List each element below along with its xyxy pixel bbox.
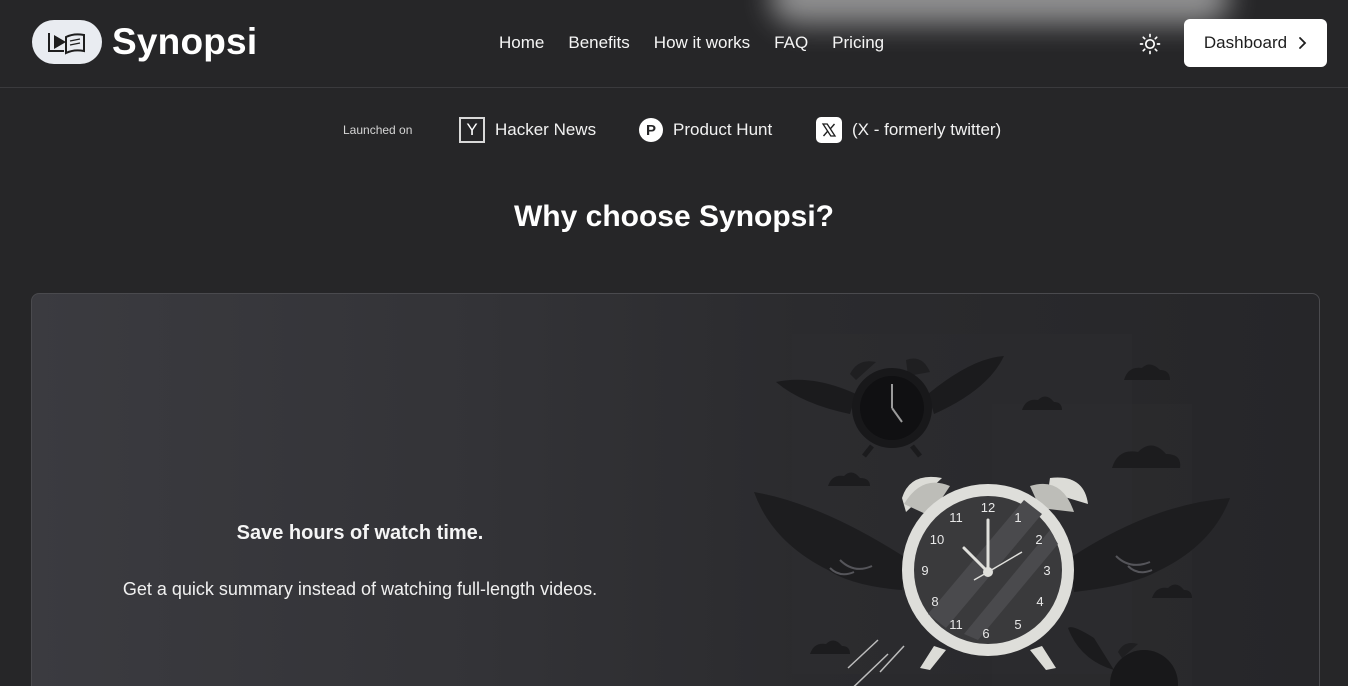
launched-on-label: Launched on bbox=[343, 123, 413, 137]
x-logo-icon bbox=[816, 117, 842, 143]
launched-on-row: Launched on Y Hacker News P Product Hunt… bbox=[343, 117, 1043, 145]
product-hunt-icon: P bbox=[639, 118, 663, 142]
benefit-heading: Save hours of watch time. bbox=[236, 522, 484, 544]
clock-number: 6 bbox=[982, 626, 989, 641]
brand-logo-link[interactable]: Synopsi bbox=[32, 20, 257, 64]
nav-benefits[interactable]: Benefits bbox=[568, 33, 629, 53]
section-title: Why choose Synopsi? bbox=[513, 200, 835, 233]
clock-number: 4 bbox=[1036, 594, 1043, 609]
main-nav: Home Benefits How it works FAQ Pricing bbox=[499, 33, 884, 53]
chevron-right-icon bbox=[1299, 37, 1307, 49]
brand-name: Synopsi bbox=[112, 21, 258, 62]
launch-label-x: (X - formerly twitter) bbox=[852, 120, 1002, 139]
clock-number: 11 bbox=[949, 510, 963, 525]
sun-icon[interactable] bbox=[1138, 32, 1162, 56]
flying-alarm-clock-illustration: 12 1 2 3 4 5 6 11 8 9 10 11 bbox=[754, 334, 1230, 686]
launch-link-hacker-news[interactable]: Y Hacker News bbox=[459, 117, 596, 143]
nav-home[interactable]: Home bbox=[499, 33, 544, 53]
benefit-card: Save hours of watch time. Get a quick su… bbox=[31, 293, 1320, 686]
clock-number: 9 bbox=[921, 563, 928, 578]
launch-link-product-hunt[interactable]: P Product Hunt bbox=[639, 117, 772, 143]
y-combinator-icon: Y bbox=[459, 117, 485, 143]
clock-number: 5 bbox=[1014, 617, 1021, 632]
benefit-text: Get a quick summary instead of watching … bbox=[122, 579, 598, 599]
clock-number: 3 bbox=[1043, 563, 1050, 578]
clock-number: 2 bbox=[1035, 532, 1042, 547]
nav-pricing[interactable]: Pricing bbox=[832, 33, 884, 53]
clock-number: 8 bbox=[931, 594, 938, 609]
launch-label-hacker-news: Hacker News bbox=[495, 120, 597, 139]
landing-page: Synopsi Home Benefits How it works FAQ P… bbox=[0, 0, 1348, 686]
nav-faq[interactable]: FAQ bbox=[774, 33, 808, 53]
clock-number: 11 bbox=[949, 617, 963, 632]
blurred-overlay bbox=[770, 0, 1230, 24]
clock-number: 10 bbox=[930, 532, 944, 547]
play-book-icon bbox=[32, 20, 102, 64]
launch-link-x[interactable]: (X - formerly twitter) bbox=[816, 117, 1001, 143]
clock-number: 1 bbox=[1014, 510, 1021, 525]
site-header: Synopsi Home Benefits How it works FAQ P… bbox=[0, 0, 1348, 88]
dashboard-button-label: Dashboard bbox=[1203, 33, 1288, 52]
dashboard-button[interactable]: Dashboard bbox=[1184, 19, 1327, 67]
nav-how-it-works[interactable]: How it works bbox=[654, 33, 750, 53]
launch-label-product-hunt: Product Hunt bbox=[673, 120, 773, 139]
clock-number: 12 bbox=[981, 500, 995, 515]
